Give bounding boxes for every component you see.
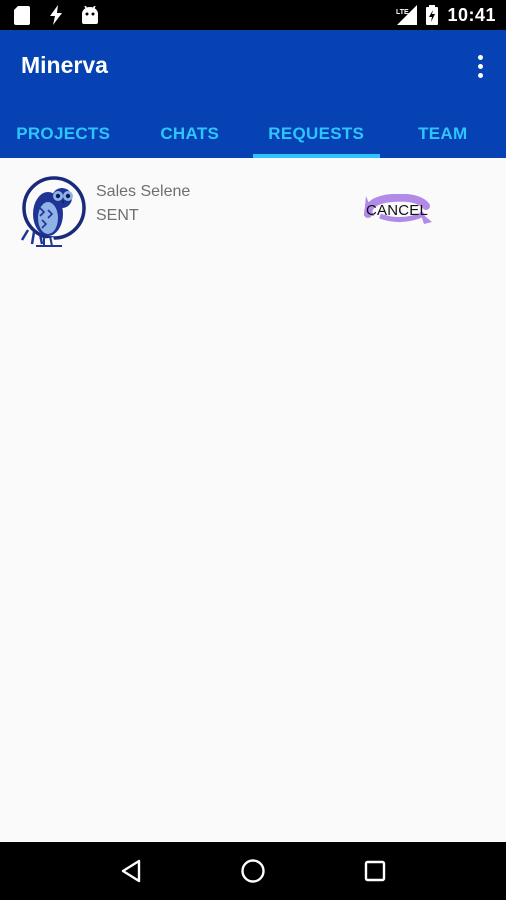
cancel-button[interactable]: CANCEL bbox=[362, 194, 434, 226]
recents-icon[interactable] bbox=[355, 851, 395, 891]
request-name: Sales Selene bbox=[96, 183, 191, 200]
network-label: LTE bbox=[396, 9, 409, 16]
tab-bar: PROJECTS CHATS REQUESTS TEAM bbox=[0, 109, 506, 158]
status-time: 10:41 bbox=[447, 4, 496, 25]
cancel-label: CANCEL bbox=[366, 202, 429, 219]
more-vert-icon[interactable] bbox=[466, 48, 494, 84]
android-icon bbox=[80, 5, 100, 25]
tab-requests[interactable]: REQUESTS bbox=[253, 109, 380, 158]
sd-card-icon bbox=[12, 5, 32, 25]
lte-signal-icon: LTE bbox=[395, 5, 418, 25]
battery-charging-icon bbox=[425, 5, 439, 25]
lightning-icon bbox=[46, 5, 66, 25]
status-bar: LTE 10:41 bbox=[0, 0, 506, 30]
status-right-icons: LTE 10:41 bbox=[395, 5, 496, 26]
request-status: SENT bbox=[96, 207, 139, 224]
owl-logo-icon bbox=[18, 174, 86, 248]
home-icon[interactable] bbox=[233, 851, 273, 891]
tab-team[interactable]: TEAM bbox=[380, 109, 506, 158]
app-title: Minerva bbox=[21, 52, 108, 78]
tab-chats[interactable]: CHATS bbox=[127, 109, 254, 158]
app-bar: Minerva PROJECTS CHATS REQUESTS TEAM bbox=[0, 30, 506, 158]
status-left-icons bbox=[12, 5, 100, 25]
navigation-bar bbox=[0, 842, 506, 900]
tab-projects[interactable]: PROJECTS bbox=[0, 109, 127, 158]
list-item[interactable]: Sales Selene SENT CANCEL bbox=[0, 168, 506, 252]
back-icon[interactable] bbox=[111, 851, 151, 891]
